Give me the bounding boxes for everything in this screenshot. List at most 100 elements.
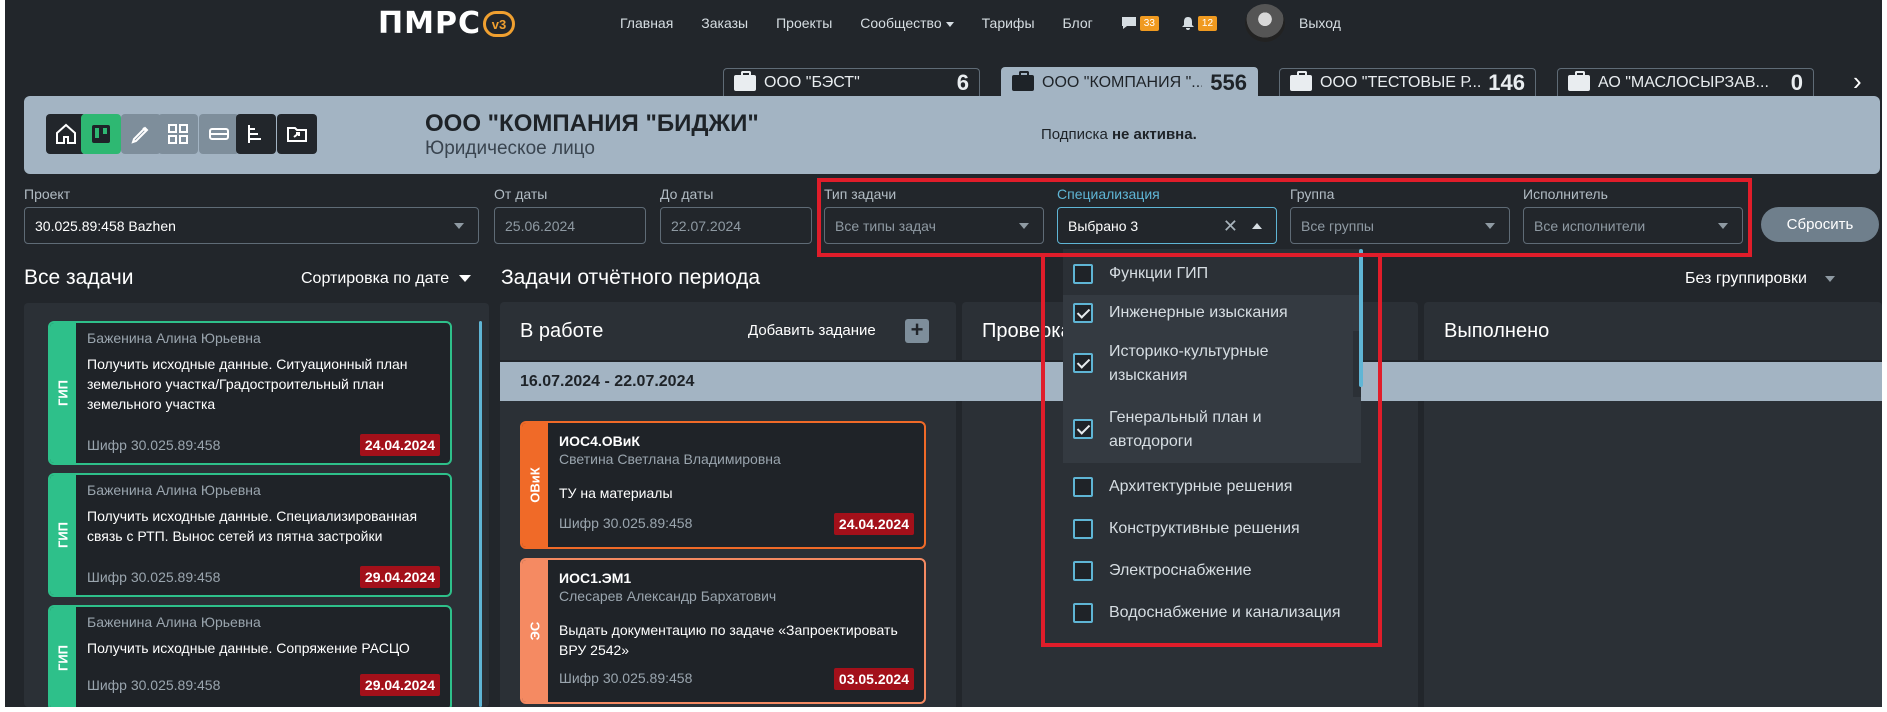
project-select[interactable]: 30.025.89:458 Bazhen — [24, 207, 479, 244]
edit-tool-button[interactable] — [121, 114, 161, 154]
from-date-label: От даты — [494, 186, 548, 202]
all-tasks-list: ГИП Баженина Алина Юрьевна Получить исхо… — [24, 303, 489, 707]
project-value: 30.025.89:458 Bazhen — [35, 217, 176, 234]
avatar[interactable] — [1245, 4, 1286, 42]
to-date-value: 22.07.2024 — [671, 217, 742, 234]
task-tag: ЭС — [522, 560, 548, 702]
task-date: 29.04.2024 — [359, 566, 440, 588]
tree-tool-button[interactable] — [236, 114, 276, 154]
nav-orders[interactable]: Заказы — [701, 15, 748, 31]
grouping-dropdown[interactable]: Без группировки — [1685, 270, 1835, 288]
list-scrollbar[interactable] — [479, 321, 482, 707]
logo[interactable]: ПМРС v3 — [378, 9, 515, 39]
company-panel: ООО "КОМПАНИЯ "БИДЖИ" Юридическое лицо П… — [24, 96, 1880, 174]
sort-dropdown[interactable]: Сортировка по дате — [301, 270, 472, 288]
all-tasks-title: Все задачи — [24, 266, 134, 289]
nav-projects[interactable]: Проекты — [776, 15, 832, 31]
subscription-value: не активна. — [1111, 126, 1197, 143]
briefcase-icon — [734, 70, 756, 91]
task-cipher: Шифр 30.025.89:458 — [87, 677, 221, 693]
company-title: ООО "КОМПАНИЯ "БИДЖИ" — [425, 110, 759, 137]
company-tab-best[interactable]: ООО "БЭСТ" 6 — [723, 68, 980, 96]
task-code: ИОС1.ЭМ1 — [559, 570, 632, 586]
company-tab-maslo[interactable]: АО "МАСЛОСЫРЗАВ... 0 — [1557, 68, 1814, 96]
app-window: ПМРС v3 Главная Заказы Проекты Сообществ… — [5, 0, 1882, 707]
messages-button[interactable]: 33 — [1121, 15, 1159, 31]
column-done: Выполнено — [1424, 302, 1882, 360]
company-tab-bidzhi[interactable]: ООО "КОМПАНИЯ "... 556 — [1001, 67, 1258, 97]
task-text: Получить исходные данные. Ситуационный п… — [87, 356, 408, 412]
logo-text: ПМРС — [378, 6, 481, 41]
tree-list-icon — [248, 125, 261, 143]
home-tool-button[interactable] — [46, 114, 86, 154]
company-tab-count: 0 — [1790, 69, 1803, 95]
nav-blog[interactable]: Блог — [1063, 15, 1093, 31]
company-subtitle: Юридическое лицо — [425, 138, 595, 159]
briefcase-icon — [1012, 70, 1034, 91]
logout-link[interactable]: Выход — [1299, 15, 1341, 31]
task-person: Светина Светлана Владимировна — [559, 451, 781, 467]
task-tag: ГИП — [50, 607, 76, 707]
bell-icon — [1181, 17, 1194, 30]
kanban-card[interactable]: ЭС ИОС1.ЭМ1 Слесарев Александр Бархатови… — [520, 558, 926, 704]
task-cipher: Шифр 30.025.89:458 — [559, 670, 693, 686]
sort-label: Сортировка по дате — [301, 270, 450, 287]
kanban-icon — [92, 125, 110, 143]
task-date: 24.04.2024 — [359, 434, 440, 456]
nav-home[interactable]: Главная — [620, 15, 673, 31]
task-text: Получить исходные данные. Сопряжение РАС… — [87, 640, 410, 656]
company-tab-count: 146 — [1488, 69, 1525, 95]
task-tag-label: ГИП — [55, 644, 71, 672]
nav-community[interactable]: Сообщество — [860, 15, 954, 31]
grouping-label: Без группировки — [1685, 270, 1807, 287]
tabs-next-arrow-icon[interactable]: › — [1853, 68, 1869, 94]
chevron-down-icon — [459, 275, 472, 283]
grid-icon — [168, 124, 188, 144]
nav-tariffs[interactable]: Тарифы — [982, 15, 1035, 31]
to-date-input[interactable]: 22.07.2024 — [660, 207, 812, 244]
kanban-card[interactable]: ОВиК ИОС4.ОВиК Светина Светлана Владимир… — [520, 421, 926, 549]
chat-icon — [1121, 17, 1136, 29]
from-date-value: 25.06.2024 — [505, 217, 576, 234]
project-label: Проект — [24, 186, 71, 202]
reset-button[interactable]: Сбросить — [1761, 207, 1879, 242]
notifications-button[interactable]: 12 — [1181, 15, 1218, 31]
add-task-button[interactable]: + — [905, 319, 929, 343]
top-nav: Главная Заказы Проекты Сообщество Тарифы… — [620, 4, 1369, 42]
stack-icon — [209, 128, 229, 140]
task-tag-label: ГИП — [55, 521, 71, 549]
task-text: Получить исходные данные. Специализирова… — [87, 508, 418, 544]
task-tag-label: ОВиК — [527, 467, 543, 503]
company-tab-name: АО "МАСЛОСЫРЗАВ... — [1598, 73, 1769, 91]
from-date-input[interactable]: 25.06.2024 — [494, 207, 646, 244]
period-title: Задачи отчётного периода — [501, 266, 761, 289]
company-tab-count: 556 — [1210, 69, 1247, 95]
grid-tool-button[interactable] — [158, 114, 198, 154]
add-task-link[interactable]: Добавить задание — [748, 322, 876, 339]
company-tab-count: 6 — [956, 69, 969, 95]
task-date: 24.04.2024 — [833, 513, 914, 535]
briefcase-icon — [1290, 70, 1312, 91]
task-person: Слесарев Александр Бархатович — [559, 588, 777, 604]
task-code: ИОС4.ОВиК — [559, 433, 640, 449]
version-badge: v3 — [482, 11, 515, 37]
folder-share-icon — [287, 127, 307, 142]
kanban-tool-button[interactable] — [81, 114, 121, 154]
company-tab-name: ООО "БЭСТ" — [764, 73, 860, 91]
notifications-count-badge: 12 — [1197, 15, 1218, 31]
task-person: Баженина Алина Юрьевна — [87, 330, 261, 346]
column-done-body — [1424, 401, 1882, 707]
task-card[interactable]: ГИП Баженина Алина Юрьевна Получить исхо… — [48, 321, 452, 465]
company-tab-test[interactable]: ООО "ТЕСТОВЫЕ Р... 146 — [1279, 68, 1536, 96]
to-date-label: До даты — [660, 186, 714, 202]
task-person: Баженина Алина Юрьевна — [87, 614, 261, 630]
task-card[interactable]: ГИП Баженина Алина Юрьевна Получить исхо… — [48, 473, 452, 597]
home-icon — [56, 123, 76, 144]
task-tag: ГИП — [50, 475, 76, 595]
stack-tool-button[interactable] — [199, 114, 239, 154]
chevron-down-icon — [454, 223, 464, 229]
folder-tool-button[interactable] — [277, 114, 317, 154]
nav-community-label: Сообщество — [860, 15, 942, 31]
chevron-down-icon — [1824, 275, 1835, 282]
task-card[interactable]: ГИП Баженина Алина Юрьевна Получить исхо… — [48, 605, 452, 707]
